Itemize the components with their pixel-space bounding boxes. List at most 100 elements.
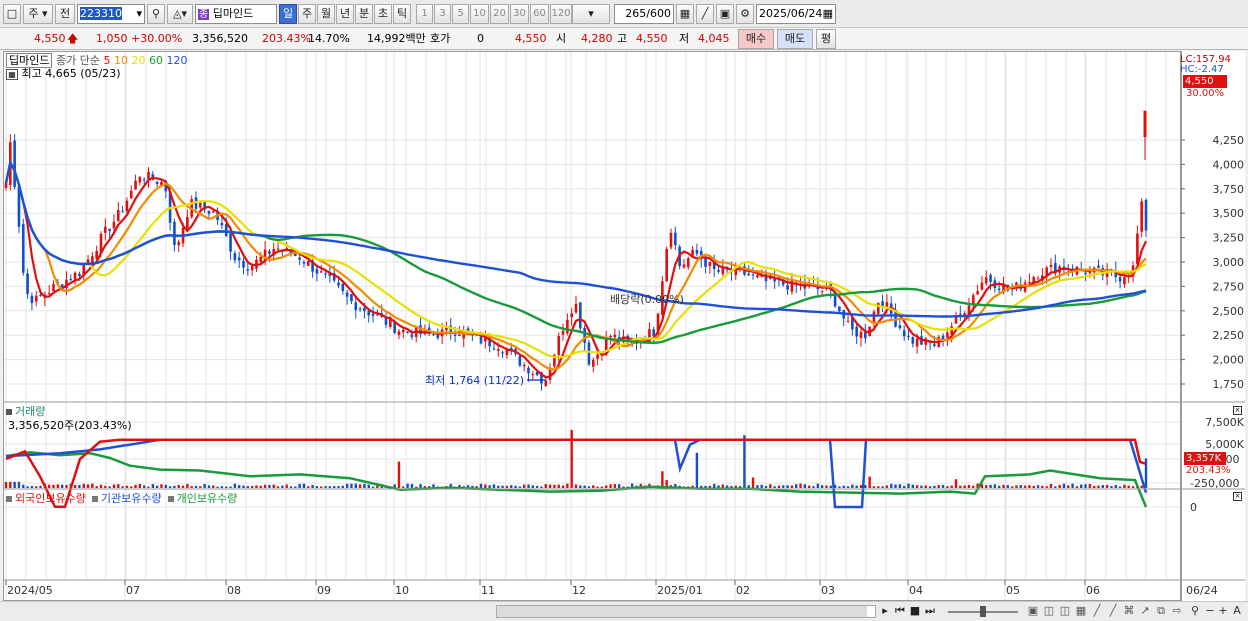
copy-icon[interactable]: ⧉ bbox=[1154, 602, 1168, 621]
horizontal-scrollbar[interactable] bbox=[496, 605, 876, 618]
series-handle-icon[interactable] bbox=[91, 496, 98, 502]
panel-name[interactable]: 딥마인드 bbox=[6, 53, 53, 68]
volume-bar bbox=[142, 485, 146, 488]
volume-bar bbox=[194, 485, 198, 488]
zoom-in-icon[interactable]: + bbox=[1217, 602, 1229, 621]
volume-title: 거래량 bbox=[15, 405, 46, 418]
candle-body bbox=[989, 274, 992, 282]
volume-bar bbox=[583, 485, 586, 488]
x-tick-label: 2024/05 bbox=[7, 584, 53, 597]
dual-view-icon[interactable]: ◫ bbox=[1058, 602, 1072, 621]
volume-bar bbox=[307, 486, 310, 488]
scrollbar-thumb[interactable] bbox=[497, 606, 867, 617]
line-tool-icon[interactable]: ╱ bbox=[1090, 602, 1104, 621]
volume-bar bbox=[117, 484, 120, 488]
volume-bar bbox=[1023, 485, 1027, 488]
zoom-slider-handle[interactable] bbox=[980, 606, 986, 617]
volume-bar bbox=[4, 481, 8, 488]
volume-bar bbox=[712, 483, 716, 488]
price-tick-label: 1,750 bbox=[1213, 378, 1245, 391]
volume-bar bbox=[328, 486, 332, 488]
volume-bar bbox=[125, 485, 129, 488]
volume-bar bbox=[803, 484, 807, 488]
zoom-search-icon[interactable]: ⚲ bbox=[1188, 602, 1202, 621]
x-axis-ticks: 2024/05 07 08 09 10 11 12 2025/01 02 03 04 05 06 06/2… bbox=[5, 580, 1218, 597]
close-icon[interactable]: × bbox=[1233, 406, 1242, 415]
volume-bar bbox=[756, 485, 759, 488]
candle-body bbox=[246, 269, 250, 271]
volume-bar bbox=[35, 486, 38, 488]
volume-bar bbox=[1075, 486, 1079, 488]
volume-bar bbox=[30, 486, 34, 488]
arrow-tool-icon[interactable]: ↗ bbox=[1138, 602, 1152, 621]
volume-bar bbox=[1015, 485, 1018, 488]
candle-body bbox=[354, 302, 358, 310]
candle-body bbox=[492, 348, 496, 350]
fast-forward-icon[interactable]: ⏭ bbox=[923, 602, 937, 621]
close-icon[interactable]: × bbox=[1233, 492, 1242, 501]
volume-bar bbox=[276, 486, 280, 488]
series-handle-icon[interactable] bbox=[167, 496, 174, 502]
volume-bar bbox=[1010, 486, 1014, 488]
split-icon[interactable]: ◫ bbox=[1042, 602, 1056, 621]
volume-bar bbox=[281, 485, 284, 488]
stop-icon[interactable]: ■ bbox=[908, 602, 922, 621]
zoom-out-icon[interactable]: − bbox=[1204, 602, 1216, 621]
volume-bar bbox=[825, 485, 828, 488]
x-tick-label: 08 bbox=[227, 584, 241, 597]
volume-bar bbox=[950, 485, 953, 488]
trend-tool-icon[interactable]: ╱ bbox=[1106, 602, 1120, 621]
candle-body bbox=[609, 336, 612, 338]
volume-bar bbox=[138, 483, 142, 488]
candle-body bbox=[518, 356, 522, 366]
volume-bar bbox=[531, 485, 535, 488]
candle-body bbox=[363, 307, 366, 312]
volume-bar bbox=[160, 484, 163, 488]
price-tick-label: 2,250 bbox=[1213, 329, 1245, 342]
volume-bar bbox=[764, 485, 768, 488]
volume-bar bbox=[920, 485, 923, 488]
volume-bar bbox=[225, 486, 228, 488]
candle-body bbox=[984, 277, 988, 284]
volume-bar bbox=[842, 485, 845, 488]
layout-icon[interactable]: ▣ bbox=[1026, 602, 1040, 621]
ma-legend-60[interactable]: 60 bbox=[145, 54, 163, 67]
volume-bar bbox=[1123, 484, 1126, 488]
panel-handle-icon[interactable] bbox=[6, 409, 12, 415]
candle-body bbox=[242, 260, 245, 268]
scroll-right-icon[interactable]: ▸ bbox=[878, 602, 892, 621]
volume-bar bbox=[1071, 483, 1074, 488]
volume-bar bbox=[315, 486, 319, 488]
volume-bar bbox=[928, 486, 932, 488]
x-tick-label: 06 bbox=[1086, 584, 1100, 597]
price-tick-label: 3,750 bbox=[1213, 183, 1245, 196]
volume-bar bbox=[268, 484, 271, 488]
volume-bar bbox=[186, 483, 189, 488]
volume-bar bbox=[557, 484, 560, 488]
volume-bar bbox=[1084, 484, 1087, 488]
candle-body bbox=[30, 295, 34, 303]
export-icon[interactable]: ⇨ bbox=[1170, 602, 1184, 621]
volume-bar bbox=[294, 486, 297, 488]
candle-body bbox=[557, 336, 561, 355]
volume-bar bbox=[130, 486, 133, 488]
candle-body bbox=[527, 367, 530, 374]
volume-bar bbox=[177, 484, 180, 488]
candle-body bbox=[371, 313, 375, 316]
volume-bar bbox=[890, 483, 893, 488]
table-icon[interactable]: ▦ bbox=[1074, 602, 1088, 621]
candle-body bbox=[397, 331, 401, 335]
rewind-icon[interactable]: ⏮ bbox=[893, 602, 907, 621]
grid-toggle-icon[interactable]: ▦ bbox=[6, 69, 18, 80]
ma-legend-20[interactable]: 20 bbox=[128, 54, 145, 67]
ma-legend-10[interactable]: 10 bbox=[110, 54, 128, 67]
volume-bar bbox=[134, 484, 137, 488]
font-size-icon[interactable]: A bbox=[1230, 602, 1244, 621]
candle-body bbox=[211, 211, 215, 213]
series-handle-icon[interactable] bbox=[6, 496, 12, 502]
fan-tool-icon[interactable]: ⌘ bbox=[1122, 602, 1136, 621]
ma-legend-120[interactable]: 120 bbox=[163, 54, 187, 67]
volume-bar bbox=[915, 485, 919, 488]
candle-body bbox=[669, 232, 673, 248]
candle-body bbox=[229, 233, 232, 252]
